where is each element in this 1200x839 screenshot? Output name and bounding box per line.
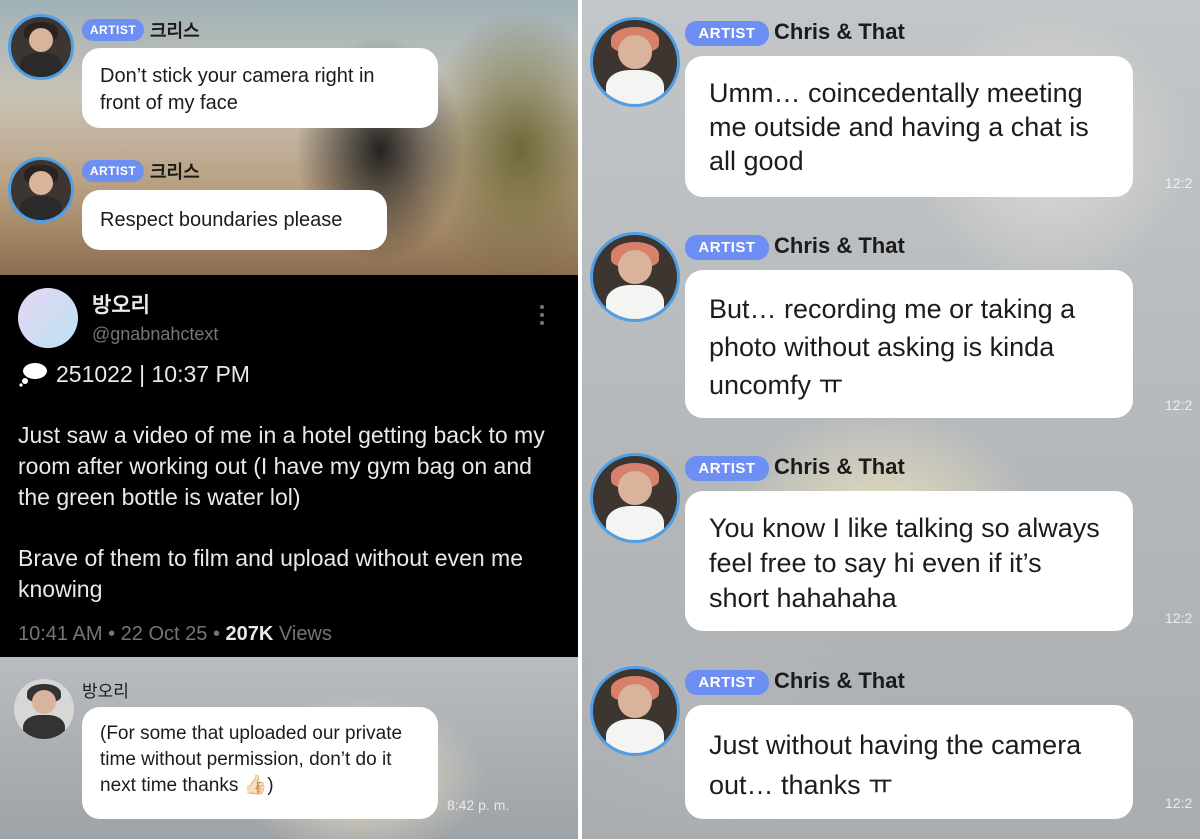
artist-name: Chris & That	[774, 19, 905, 44]
message-timestamp: 12:2	[1165, 610, 1193, 626]
message-timestamp: 8:42 p. m.	[447, 797, 510, 813]
tweet-paragraph: Just saw a video of me in a hotel gettin…	[18, 422, 545, 510]
tweet-card: 방오리 @gnabnahctext 251022 | 10:37 PM Just…	[0, 275, 580, 657]
artist-badge: ARTIST	[685, 21, 769, 46]
message-bubble[interactable]: But… recording me or taking a photo with…	[685, 270, 1133, 418]
tweet-text: Just saw a video of me in a hotel gettin…	[18, 420, 563, 605]
tweet-date[interactable]: 22 Oct 25	[121, 623, 208, 645]
message-bubble[interactable]: Don’t stick your camera right in front o…	[82, 48, 438, 128]
tweet-date-line: 251022 | 10:37 PM	[56, 361, 250, 387]
tweet-paragraph: Brave of them to film and upload without…	[18, 545, 524, 602]
artist-avatar[interactable]	[590, 453, 680, 543]
artist-badge: ARTIST	[685, 670, 769, 695]
chat-screenshot-right: ARTIST Chris & That Umm… coincedentally …	[580, 0, 1200, 839]
artist-badge: ARTIST	[82, 160, 144, 182]
artist-avatar[interactable]	[8, 157, 74, 223]
artist-name: Chris & That	[774, 454, 905, 479]
artist-avatar[interactable]	[8, 14, 74, 80]
more-options-icon[interactable]	[540, 305, 548, 329]
tweet-time[interactable]: 10:41 AM	[18, 623, 103, 645]
panel-divider	[578, 0, 582, 839]
artist-badge: ARTIST	[685, 235, 769, 260]
tweet-meta: 10:41 AM • 22 Oct 25 • 207K Views	[18, 623, 332, 646]
display-name[interactable]: 방오리	[92, 289, 150, 319]
profile-avatar[interactable]	[18, 288, 78, 348]
artist-avatar[interactable]	[590, 666, 680, 756]
artist-name: 크리스	[150, 162, 200, 182]
chat-screenshot-bottom-left: 방오리 (For some that uploaded our private …	[0, 657, 580, 839]
thought-bubble-icon	[19, 363, 47, 387]
message-bubble[interactable]: Umm… coincedentally meeting me outside a…	[685, 56, 1133, 197]
user-avatar[interactable]	[14, 679, 74, 739]
sender-name: 방오리	[82, 682, 129, 701]
message-bubble[interactable]: (For some that uploaded our private time…	[82, 707, 438, 819]
artist-name: 크리스	[150, 21, 200, 41]
message-bubble[interactable]: Respect boundaries please	[82, 190, 387, 250]
message-bubble[interactable]: You know I like talking so always feel f…	[685, 491, 1133, 631]
user-handle[interactable]: @gnabnahctext	[92, 324, 218, 345]
artist-avatar[interactable]	[590, 232, 680, 322]
message-timestamp: 12:2	[1165, 795, 1193, 811]
views-label: Views	[278, 623, 332, 645]
artist-avatar[interactable]	[590, 17, 680, 107]
views-count: 207K	[225, 623, 274, 645]
meta-separator: •	[108, 623, 116, 645]
chat-screenshot-top-left: ARTIST 크리스 Don’t stick your camera right…	[0, 0, 580, 275]
artist-name: Chris & That	[774, 668, 905, 693]
artist-badge: ARTIST	[82, 19, 144, 41]
artist-badge: ARTIST	[685, 456, 769, 481]
meta-separator: •	[212, 623, 220, 645]
artist-name: Chris & That	[774, 233, 905, 258]
message-timestamp: 12:2	[1165, 175, 1193, 191]
message-timestamp: 12:2	[1165, 397, 1193, 413]
message-bubble[interactable]: Just without having the camera out… than…	[685, 705, 1133, 819]
